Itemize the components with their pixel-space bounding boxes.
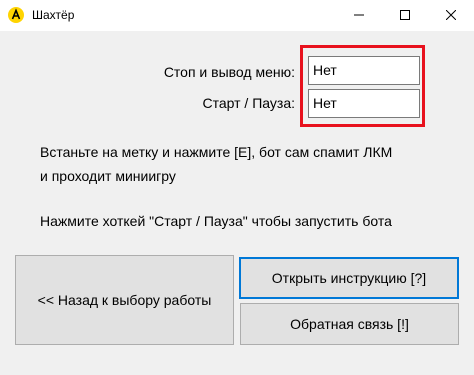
app-logo-icon [8, 7, 24, 23]
open-instructions-button[interactable]: Открыть инструкцию [?] [239, 257, 459, 299]
start-hotkey-field[interactable]: Нет [308, 89, 420, 118]
stop-hotkey-field[interactable]: Нет [308, 56, 420, 85]
title-bar: Шахтёр [0, 0, 474, 31]
minimize-icon [354, 7, 364, 25]
instruction-text-line2: и проходит миниигру [40, 168, 176, 184]
maximize-icon [400, 7, 410, 25]
close-button[interactable] [428, 0, 474, 31]
minimize-button[interactable] [336, 0, 382, 31]
close-icon [445, 7, 457, 25]
stop-hotkey-label: Стоп и вывод меню: [163, 64, 295, 80]
start-hint-text: Нажмите хоткей "Старт / Пауза" чтобы зап… [40, 213, 392, 229]
back-to-job-selection-button[interactable]: << Назад к выбору работы [15, 255, 234, 345]
window-title: Шахтёр [32, 8, 75, 22]
feedback-button[interactable]: Обратная связь [!] [240, 303, 459, 345]
instruction-text-line1: Встаньте на метку и нажмите [E], бот сам… [40, 144, 393, 160]
maximize-button[interactable] [382, 0, 428, 31]
start-hotkey-label: Старт / Пауза: [202, 95, 296, 111]
